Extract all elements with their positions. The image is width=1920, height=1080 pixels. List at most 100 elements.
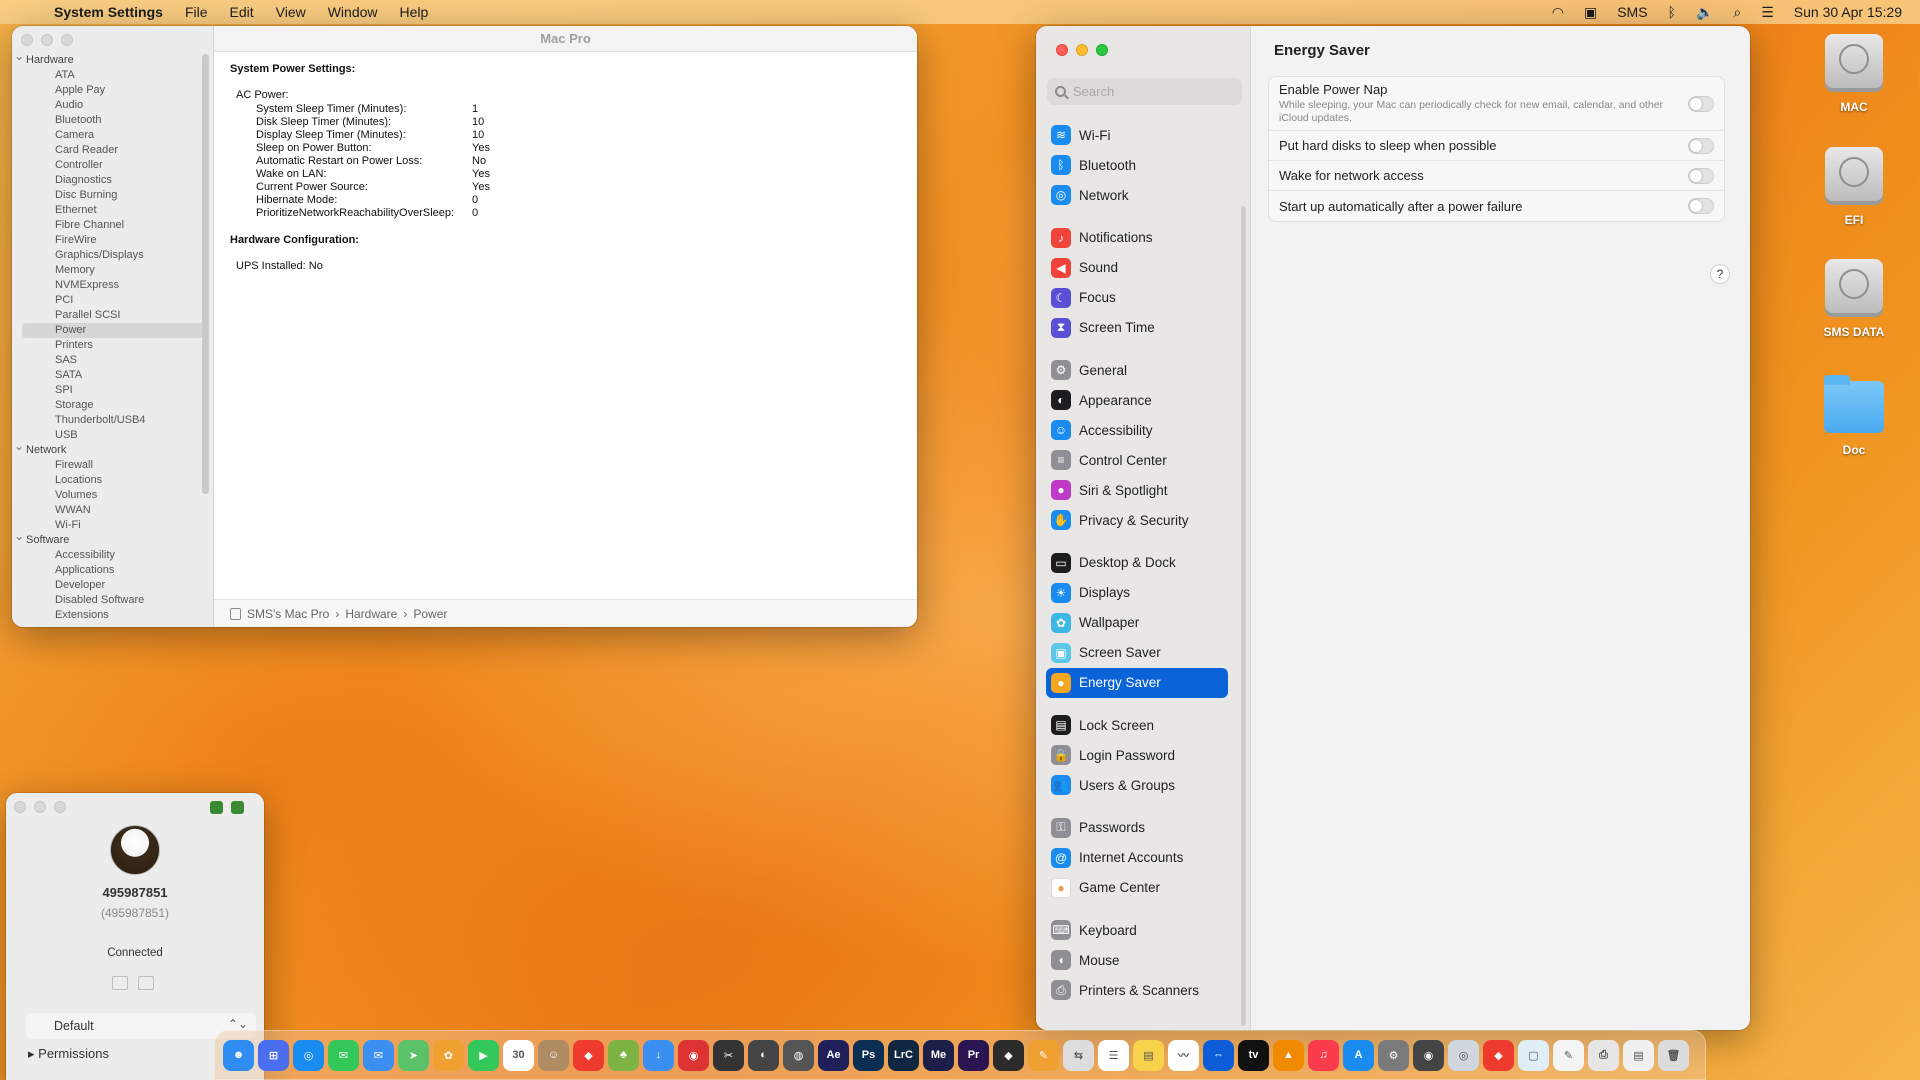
toggle-switch[interactable] (1688, 198, 1714, 214)
menu-window[interactable]: Window (328, 4, 378, 20)
tree-item[interactable]: Graphics/Displays (12, 248, 214, 263)
sidebar-item-sound[interactable]: ◀ Sound (1046, 253, 1228, 283)
tree-item[interactable]: Apple Pay (12, 83, 214, 98)
dock-launchpad-icon[interactable]: ⊞ (258, 1039, 289, 1071)
zoom-button[interactable] (54, 801, 66, 813)
sidebar-item-keyboard[interactable]: ⌨ Keyboard (1046, 915, 1228, 945)
dock-trash-icon[interactable]: 🗑 (1658, 1039, 1689, 1071)
tree-item[interactable]: Applications (12, 563, 214, 578)
sidebar-item-printers-scanners[interactable]: ⎙ Printers & Scanners (1046, 975, 1228, 1005)
tree-item[interactable]: Thunderbolt/USB4 (12, 413, 214, 428)
tree-item[interactable]: Bluetooth (12, 113, 214, 128)
volume-icon[interactable]: 🔈 (1696, 4, 1713, 21)
tree-item[interactable]: Power (22, 323, 204, 338)
tree-item[interactable]: Camera (12, 128, 214, 143)
tree-item[interactable]: Extensions (12, 608, 214, 623)
dock-media-encoder-icon[interactable]: Me (923, 1039, 954, 1071)
sidebar-item-energy-saver[interactable]: ● Energy Saver (1046, 667, 1228, 698)
menu-edit[interactable]: Edit (230, 4, 254, 20)
dock-messages-icon[interactable]: ✉ (328, 1039, 359, 1071)
dock-photos-icon[interactable]: ✿ (433, 1039, 464, 1071)
chat-icon[interactable] (138, 976, 154, 990)
dock-anydesk-2-icon[interactable]: ◆ (1483, 1039, 1514, 1071)
toggle-switch[interactable] (1688, 95, 1714, 112)
dock-preview-icon[interactable]: ▢ (1518, 1039, 1549, 1071)
tree-item[interactable]: ATA (12, 68, 214, 83)
sidebar-item-displays[interactable]: ☀ Displays (1046, 578, 1228, 608)
dock-anydesk-icon[interactable]: ◆ (573, 1039, 604, 1071)
dock-music-icon[interactable]: ♫ (1308, 1039, 1339, 1071)
screen-icon[interactable] (231, 801, 244, 814)
tree-item[interactable]: Printers (12, 338, 214, 353)
sidebar-scrollbar[interactable] (1241, 206, 1246, 1026)
sidebar-item-passwords[interactable]: ⚿ Passwords (1046, 813, 1228, 843)
dock-apple-tv-icon[interactable]: tv (1238, 1039, 1269, 1071)
sidebar-item-privacy-security[interactable]: ✋ Privacy & Security (1046, 505, 1228, 535)
dock-after-effects-icon[interactable]: Ae (818, 1039, 849, 1071)
wifi-status-icon[interactable]: ◠ (1552, 4, 1564, 21)
sidebar-item-login-password[interactable]: 🔒 Login Password (1046, 740, 1228, 770)
tree-item[interactable]: Controller (12, 158, 214, 173)
sidebar-item-internet-accounts[interactable]: @ Internet Accounts (1046, 843, 1228, 873)
minimize-button[interactable] (1076, 44, 1088, 56)
dock-lightroom-icon[interactable]: LrC (888, 1039, 919, 1071)
tree-item[interactable]: Parallel SCSI (12, 308, 214, 323)
dock-downloader-icon[interactable]: ↓ (643, 1039, 674, 1071)
tree-item[interactable]: SPI (12, 383, 214, 398)
dock-teamviewer-icon[interactable]: ⇔ (1203, 1039, 1234, 1071)
sidebar-item-desktop-dock[interactable]: ▭ Desktop & Dock (1046, 548, 1228, 578)
tree-group[interactable]: Hardware (12, 49, 214, 68)
dock-mail-icon[interactable]: ✉ (363, 1039, 394, 1071)
tree-item[interactable]: Disabled Software (12, 593, 214, 608)
sidebar-item-screen-time[interactable]: ⧗ Screen Time (1046, 313, 1228, 343)
tree-item[interactable]: Locations (12, 473, 214, 488)
dock-maps-icon[interactable]: ➤ (398, 1039, 429, 1071)
dock-compressor-icon[interactable]: ◍ (783, 1039, 814, 1071)
dock-finder-icon[interactable]: ☻ (223, 1039, 254, 1071)
desktop-disk-sms-data[interactable]: SMS DATA (1804, 259, 1904, 339)
dock-quicktime-icon[interactable]: ◎ (1448, 1039, 1479, 1071)
dock-app-store-icon[interactable]: A (1343, 1039, 1374, 1071)
menu-app-name[interactable]: System Settings (54, 4, 163, 20)
tree-item[interactable]: PCI (12, 293, 214, 308)
sidebar-item-notifications[interactable]: ♪ Notifications (1046, 223, 1228, 253)
dock-photoshop-icon[interactable]: Ps (853, 1039, 884, 1071)
help-button[interactable]: ? (1710, 264, 1730, 284)
dock-resolve-icon[interactable]: ◆ (993, 1039, 1024, 1071)
sidebar-item-appearance[interactable]: ◐ Appearance (1046, 385, 1228, 415)
path-item[interactable]: SMS's Mac Pro (247, 607, 329, 621)
tree-item[interactable]: Wi-Fi (12, 518, 214, 533)
dock-premiere-icon[interactable]: Pr (958, 1039, 989, 1071)
dock-documents-icon[interactable]: ▤ (1623, 1039, 1654, 1071)
dock-system-info-icon[interactable]: ◉ (1413, 1039, 1444, 1071)
dock-reminders-icon[interactable]: ☰ (1098, 1039, 1129, 1071)
menu-status-text[interactable]: SMS (1617, 4, 1647, 20)
sidebar-item-bluetooth[interactable]: ᛒ Bluetooth (1046, 150, 1228, 180)
tree-item[interactable]: USB (12, 428, 214, 443)
tree-item[interactable]: WWAN (12, 503, 214, 518)
permissions-disclosure[interactable]: ▸ Permissions (28, 1046, 109, 1062)
tree-item[interactable]: Volumes (12, 488, 214, 503)
dock-vectornator-icon[interactable]: ✎ (1028, 1039, 1059, 1071)
sidebar-item-siri-spotlight[interactable]: ● Siri & Spotlight (1046, 475, 1228, 505)
path-item[interactable]: Hardware (345, 607, 397, 621)
desktop-disk-mac[interactable]: MAC (1804, 34, 1904, 114)
dock-notes-icon[interactable]: ▤ (1133, 1039, 1164, 1071)
search-input[interactable]: Search (1047, 78, 1242, 105)
dock-freeform-icon[interactable]: 〰 (1168, 1039, 1199, 1071)
dock-safari-icon[interactable]: ◎ (293, 1039, 324, 1071)
tree-item[interactable]: SAS (12, 353, 214, 368)
menu-file[interactable]: File (185, 4, 208, 20)
sidebar-item-lock-screen[interactable]: ▤ Lock Screen (1046, 710, 1228, 740)
file-transfer-icon[interactable] (112, 976, 128, 990)
tree-item[interactable]: FireWire (12, 233, 214, 248)
tree-item[interactable]: Memory (12, 263, 214, 278)
spotlight-search-icon[interactable]: ⌕ (1733, 4, 1741, 21)
tree-item[interactable]: Storage (12, 398, 214, 413)
dock-printer-icon[interactable]: ⎙ (1588, 1039, 1619, 1071)
toggle-switch[interactable] (1688, 137, 1714, 154)
sidebar-item-mouse[interactable]: ◖ Mouse (1046, 945, 1228, 975)
path-item[interactable]: Power (413, 607, 447, 621)
sidebar-item-users-groups[interactable]: 👥 Users & Groups (1046, 770, 1228, 800)
sidebar-item-wi-fi[interactable]: ≋ Wi-Fi (1046, 120, 1228, 150)
